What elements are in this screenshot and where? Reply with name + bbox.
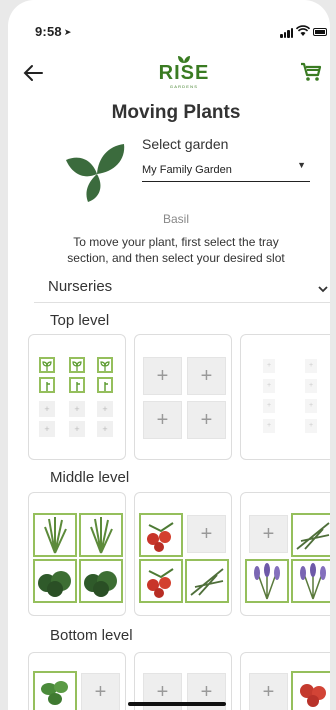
faint-slot[interactable]: + (263, 419, 275, 433)
rise-gardens-logo: RISE GARDENS (154, 54, 214, 90)
seedling-slot[interactable] (97, 357, 113, 373)
empty-slot[interactable]: + (249, 515, 288, 553)
faint-slot[interactable]: + (263, 359, 275, 373)
faint-slot[interactable]: + (263, 379, 275, 393)
kale-icon (84, 571, 117, 597)
plant-slot-kale[interactable] (79, 559, 123, 603)
rosemary-icon (296, 522, 330, 550)
basil-leaf-icon (66, 144, 125, 202)
sprout-slot[interactable] (97, 377, 113, 393)
instructions: To move your plant, first select the tra… (67, 235, 285, 265)
seedling-slot[interactable] (39, 357, 55, 373)
empty-slot[interactable]: + (187, 357, 226, 395)
empty-slot[interactable]: + (81, 673, 120, 710)
chevron-down-icon[interactable] (318, 284, 328, 294)
page-title: Moving Plants (111, 102, 241, 123)
sprout-slot[interactable] (69, 377, 85, 393)
top-tray-3[interactable]: + + + + + + + + (240, 334, 330, 460)
location-arrow-icon: ➤ (63, 27, 72, 37)
plant-slot-tomato[interactable] (139, 513, 183, 557)
plant-name: Basil (162, 212, 189, 226)
middle-tray-1[interactable] (28, 492, 126, 616)
bottom-level-label: Bottom level (50, 627, 133, 644)
plant-slot-kale[interactable] (33, 559, 77, 603)
plant-slot-lavender[interactable] (245, 559, 289, 603)
lavender-icon (300, 563, 326, 600)
empty-slot[interactable]: + (187, 515, 226, 553)
plant-slot-strawberry[interactable] (291, 671, 330, 710)
empty-mini-slot[interactable]: + (39, 401, 55, 417)
chives-icon (90, 517, 113, 554)
sprout-icon (46, 382, 50, 391)
logo-subtitle: GARDENS (169, 84, 199, 89)
basil-icon (41, 681, 68, 705)
faint-slot[interactable]: + (305, 419, 317, 433)
tomato-icon (147, 568, 174, 598)
top-tray-2[interactable]: + + + + (134, 334, 232, 460)
faint-slot[interactable]: + (263, 399, 275, 413)
faint-slot[interactable]: + (305, 359, 317, 373)
bottom-tray-3[interactable]: + (240, 652, 330, 710)
empty-slot[interactable]: + (249, 673, 288, 710)
bottom-tray-1[interactable]: + (28, 652, 126, 710)
chives-icon (44, 517, 67, 554)
seedling-icon (42, 361, 52, 371)
top-level-label: Top level (50, 312, 110, 329)
rosemary-icon (190, 568, 224, 596)
faint-slot[interactable]: + (305, 379, 317, 393)
empty-mini-slot[interactable]: + (97, 401, 113, 417)
wifi-icon (296, 25, 310, 36)
status-bar: 9:58 ➤ (8, 0, 330, 40)
middle-tray-3[interactable]: + (240, 492, 330, 616)
seedling-icon (100, 361, 110, 371)
nurseries-dropdown-label[interactable]: Nurseries (48, 278, 112, 295)
divider (34, 302, 330, 303)
empty-slot[interactable]: + (143, 357, 182, 395)
top-tray-1[interactable]: + + + + + + (28, 334, 126, 460)
sprout-icon (104, 382, 108, 391)
empty-mini-slot[interactable]: + (69, 401, 85, 417)
lavender-icon (254, 563, 280, 600)
caret-down-icon: ▼ (297, 160, 306, 170)
seedling-slot[interactable] (69, 357, 85, 373)
status-time: 9:58 ➤ (35, 24, 72, 39)
select-garden-label: Select garden (142, 136, 229, 152)
empty-mini-slot[interactable]: + (69, 421, 85, 437)
seedling-icon (72, 361, 82, 371)
tomato-icon (147, 522, 174, 552)
plant-slot-basil[interactable] (33, 671, 77, 710)
leaf-logo-icon (178, 56, 190, 63)
plant-slot-chives[interactable] (79, 513, 123, 557)
sprout-icon (76, 382, 80, 391)
garden-select-value: My Family Garden (142, 164, 232, 176)
back-arrow-icon[interactable] (22, 62, 44, 84)
plant-slot-rosemary[interactable] (185, 559, 229, 603)
signal-icon (280, 28, 294, 38)
logo-wordmark: RISE (158, 62, 210, 84)
battery-icon (313, 28, 327, 36)
middle-level-label: Middle level (50, 469, 130, 486)
empty-slot[interactable]: + (187, 401, 226, 439)
home-indicator (128, 702, 226, 706)
empty-mini-slot[interactable]: + (97, 421, 113, 437)
cart-icon[interactable] (300, 62, 322, 82)
plant-slot-tomato[interactable] (139, 559, 183, 603)
faint-slot[interactable]: + (305, 399, 317, 413)
plant-slot-chives[interactable] (33, 513, 77, 557)
kale-icon (38, 571, 71, 597)
empty-mini-slot[interactable]: + (39, 421, 55, 437)
sprout-slot[interactable] (39, 377, 55, 393)
middle-tray-2[interactable]: + (134, 492, 232, 616)
phone-screen: 9:58 ➤ RISE GARDENS Moving Plants Select … (8, 0, 330, 710)
empty-slot[interactable]: + (143, 401, 182, 439)
garden-select[interactable]: My Family Garden ▼ (142, 160, 310, 182)
plant-slot-lavender[interactable] (291, 559, 330, 603)
plant-slot-rosemary[interactable] (291, 513, 330, 557)
strawberry-icon (300, 684, 326, 707)
